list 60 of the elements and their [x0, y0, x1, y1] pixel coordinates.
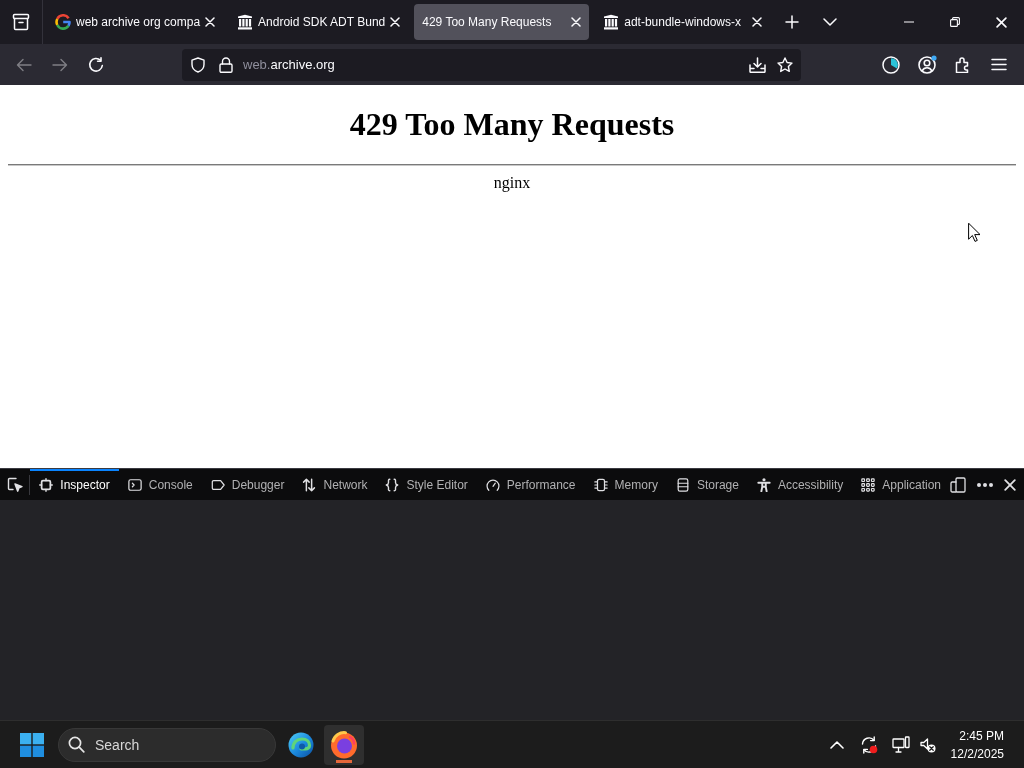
lock-icon[interactable]	[219, 56, 233, 73]
element-picker-icon[interactable]	[6, 476, 23, 493]
frame-icon	[39, 477, 54, 492]
braces-icon	[385, 477, 400, 492]
restore-icon[interactable]	[950, 17, 960, 27]
favicon-icon	[237, 14, 254, 30]
box-icon[interactable]	[12, 13, 30, 31]
devtools-tab[interactable]: Storage	[666, 469, 748, 500]
chevron-down-icon[interactable]	[823, 18, 838, 26]
favicon-icon	[55, 14, 71, 30]
error-heading: 429 Too Many Requests	[348, 106, 676, 143]
stack-icon	[675, 477, 690, 492]
devtools-tab[interactable]: Performance	[476, 469, 585, 500]
devices-icon[interactable]	[950, 476, 966, 493]
devtools-tab[interactable]: Memory	[584, 469, 667, 500]
address-bar[interactable]: web.archive.org	[182, 48, 801, 81]
devtools-tab[interactable]: Application	[852, 469, 950, 500]
grid-icon	[861, 477, 876, 492]
chevron-up-icon[interactable]	[829, 740, 844, 749]
favicon-icon	[603, 14, 620, 30]
devtools-tab[interactable]: Accessibility	[747, 469, 853, 500]
reload-icon[interactable]	[88, 56, 104, 73]
server-name: nginx	[493, 174, 531, 192]
devtools-tab[interactable]: Inspector	[30, 469, 119, 500]
devtools-tab[interactable]: Debugger	[201, 469, 294, 500]
taskbar-app-button[interactable]	[324, 724, 364, 765]
account-icon[interactable]	[917, 55, 937, 74]
clock-time[interactable]: 2:45 PM	[959, 726, 1004, 745]
close-icon[interactable]	[1004, 478, 1016, 491]
tag-icon	[210, 477, 225, 492]
devtools-tab[interactable]: Network	[293, 469, 377, 500]
browser-tab[interactable]: Android SDK ADT Bund	[229, 4, 409, 40]
star-icon[interactable]	[777, 56, 793, 73]
chip-icon	[593, 477, 608, 492]
mouse-pointer-icon	[968, 223, 980, 242]
browser-tab[interactable]: adt-bundle-windows-x	[595, 4, 771, 40]
browser-tab[interactable]: web archive org compa	[47, 4, 224, 40]
download-icon[interactable]	[749, 56, 766, 73]
browser-tab[interactable]: 429 Too Many Requests	[414, 4, 590, 40]
pie-chart-icon[interactable]	[882, 55, 900, 74]
more-icon[interactable]	[977, 482, 993, 487]
sync-icon[interactable]	[859, 735, 878, 754]
muted-speaker-icon[interactable]	[919, 736, 936, 753]
app-icon	[330, 730, 358, 759]
gauge-icon	[485, 477, 500, 492]
search-icon	[68, 735, 85, 753]
menu-icon[interactable]	[991, 58, 1007, 71]
shield-icon[interactable]	[190, 56, 206, 73]
devtools-tab[interactable]: Style Editor	[376, 469, 477, 500]
arrows-up-down-icon	[302, 477, 317, 492]
accessibility-icon	[756, 477, 771, 492]
plus-icon[interactable]	[785, 15, 800, 29]
url-text: web.archive.org	[243, 57, 335, 72]
network-icon[interactable]	[891, 735, 910, 754]
terminal-icon	[127, 477, 142, 492]
windows-logo-icon[interactable]	[20, 732, 44, 757]
devtools-tab[interactable]: Console	[118, 469, 202, 500]
swirl-app-icon	[288, 731, 314, 758]
clock-date[interactable]: 12/2/2025	[950, 744, 1004, 763]
search-field[interactable]: Search	[58, 727, 276, 762]
